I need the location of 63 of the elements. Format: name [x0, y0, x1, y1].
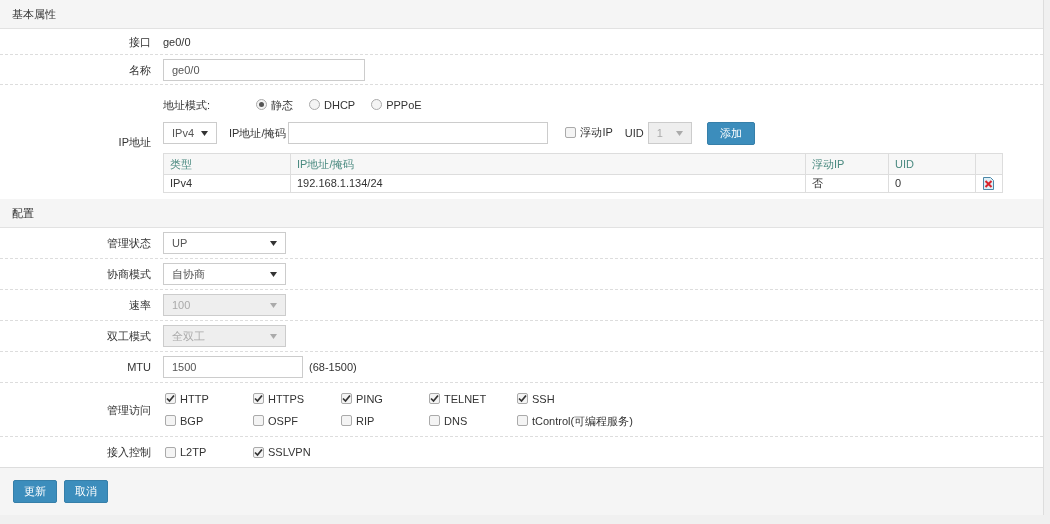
- section-title: 基本属性: [12, 6, 56, 22]
- check-icon: [254, 447, 263, 457]
- field-label: 接入控制: [106, 445, 152, 459]
- caret-icon: [270, 302, 277, 308]
- field-label: 双工模式: [106, 329, 152, 343]
- checkbox-option[interactable]: HTTPS: [253, 391, 341, 406]
- hint-text: (68-1500): [309, 360, 357, 374]
- checkbox-option[interactable]: TELNET: [429, 391, 517, 406]
- checkbox-option[interactable]: SSLVPN: [253, 445, 341, 459]
- check-icon: [342, 394, 351, 403]
- check-icon: [254, 394, 263, 403]
- form-button[interactable]: 更新: [13, 480, 57, 503]
- dropdown[interactable]: IPv4: [163, 122, 217, 144]
- field-label: 接口: [128, 34, 152, 49]
- dropdown[interactable]: UP: [163, 232, 286, 254]
- field-label: 管理访问: [106, 402, 152, 417]
- check-icon: [166, 394, 175, 403]
- field-value: ge0/0: [163, 35, 191, 48]
- checkbox-option[interactable]: OSPF: [253, 413, 341, 428]
- field-label: 名称: [128, 62, 152, 77]
- checkbox-option[interactable]: BGP: [165, 413, 253, 428]
- table-cell: IPv4: [163, 174, 291, 192]
- field-label: 管理状态: [106, 236, 152, 250]
- checkbox-option[interactable]: L2TP: [165, 445, 253, 459]
- checkbox-option[interactable]: HTTP: [165, 391, 253, 406]
- input-field[interactable]: 1500: [163, 356, 303, 378]
- checkbox-option[interactable]: SSH: [517, 391, 1043, 406]
- radio-option[interactable]: DHCP: [309, 97, 356, 112]
- checkbox-option[interactable]: PING: [341, 391, 429, 406]
- add-button[interactable]: 添加: [706, 121, 755, 145]
- input-field[interactable]: ge0/0: [163, 58, 365, 81]
- caret-icon: [270, 271, 277, 277]
- caret-icon: [270, 333, 277, 339]
- checkbox-option[interactable]: tControl(可编程服务): [517, 413, 1043, 428]
- column-header: 浮动IP: [805, 153, 889, 174]
- field-label: 速率: [128, 298, 152, 312]
- radio-option[interactable]: 静态: [256, 97, 293, 112]
- field-label: 协商模式: [106, 267, 152, 281]
- column-header: 类型: [163, 153, 291, 174]
- checkbox-option[interactable]: DNS: [429, 413, 517, 428]
- check-icon: [430, 394, 439, 403]
- delete-icon[interactable]: [983, 176, 994, 190]
- field-label: IP地址: [117, 135, 152, 149]
- table-cell: 192.168.1.134/24: [290, 174, 806, 192]
- checkbox-option[interactable]: RIP: [341, 413, 429, 428]
- checkbox-option[interactable]: 浮动IP: [565, 125, 613, 140]
- caret-icon: [270, 240, 277, 246]
- field-label: UID: [624, 126, 644, 140]
- table-cell: 0: [888, 174, 976, 192]
- field-label: IP地址/掩码: [229, 126, 287, 140]
- radio-option[interactable]: PPPoE: [371, 97, 422, 112]
- section-title: 配置: [12, 205, 34, 221]
- dropdown[interactable]: 自协商: [163, 263, 286, 285]
- table-cell: 否: [805, 174, 889, 192]
- check-icon: [518, 394, 527, 403]
- field-label: 地址模式:: [163, 97, 212, 112]
- caret-icon: [201, 130, 208, 136]
- column-header: IP地址/掩码: [290, 153, 806, 174]
- column-header: UID: [888, 153, 976, 174]
- input-field[interactable]: [288, 122, 549, 144]
- field-label: MTU: [126, 360, 152, 374]
- form-button[interactable]: 取消: [64, 480, 108, 503]
- caret-icon: [675, 130, 683, 136]
